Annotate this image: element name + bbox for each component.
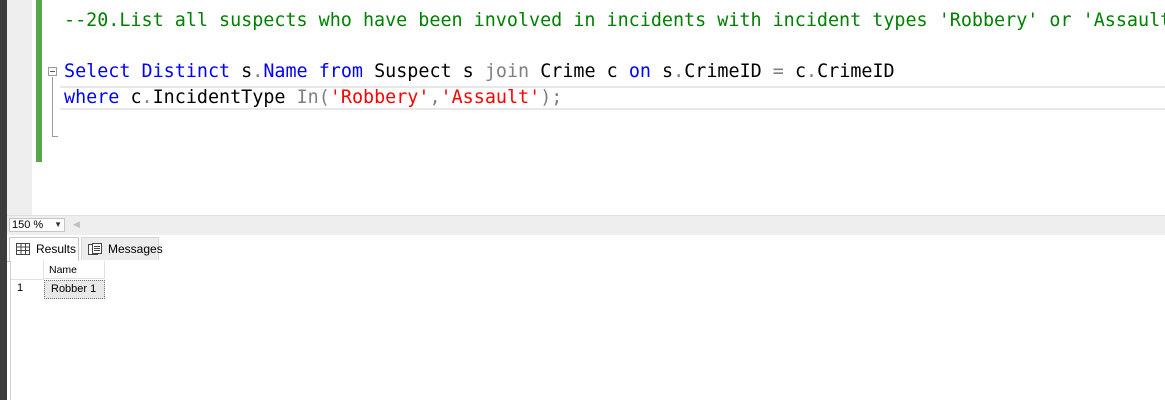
zoom-bar: 150 % ▼ ◀ xyxy=(7,215,1165,235)
kw-distinct: Distinct xyxy=(141,61,231,82)
column-crimeid: CrimeID xyxy=(817,61,895,82)
close-paren-semicolon: ); xyxy=(540,87,563,108)
column-crimeid: CrimeID xyxy=(684,61,762,82)
equals-operator: = xyxy=(772,61,784,82)
alias: s xyxy=(662,61,674,82)
dot: . xyxy=(806,61,818,82)
zoom-value: 150 % xyxy=(12,219,44,231)
sql-editor[interactable]: --20.List all suspects who have been inv… xyxy=(44,0,1165,215)
column-incidenttype: IncidentType xyxy=(152,87,286,108)
kw-where: where xyxy=(64,87,120,108)
grid-icon xyxy=(16,243,30,255)
dot: . xyxy=(673,61,685,82)
collapse-toggle-icon[interactable] xyxy=(48,67,57,76)
tab-messages[interactable]: Messages xyxy=(81,237,163,260)
tab-results[interactable]: Results xyxy=(9,237,79,261)
alias: c xyxy=(130,87,142,108)
tab-messages-label: Messages xyxy=(108,242,163,256)
change-tracking-bar xyxy=(36,0,42,162)
collapse-guide-end xyxy=(52,136,58,137)
column-name: Name xyxy=(263,61,308,82)
where-line: where c.IncidentType In('Robbery','Assau… xyxy=(64,85,562,111)
results-grid[interactable]: Name 1 Robber 1 xyxy=(11,261,1165,400)
alias: c xyxy=(794,61,807,82)
editor-gutter xyxy=(7,0,32,215)
row-number[interactable]: 1 xyxy=(17,282,23,294)
column-header-name[interactable]: Name xyxy=(44,261,105,279)
collapse-guide xyxy=(52,77,53,137)
table-suspect: Suspect xyxy=(374,61,452,82)
tab-results-label: Results xyxy=(36,242,77,256)
comma: , xyxy=(429,87,441,108)
dropdown-arrow-icon: ▼ xyxy=(54,220,62,229)
scroll-left-icon[interactable]: ◀ xyxy=(73,219,80,230)
messages-icon xyxy=(88,243,102,255)
select-line: Select Distinct s.Name from Suspect s jo… xyxy=(64,59,895,85)
table-crime: Crime xyxy=(540,61,596,82)
alias: s xyxy=(462,61,474,82)
zoom-dropdown[interactable]: 150 % ▼ xyxy=(9,218,65,232)
open-paren: ( xyxy=(318,87,330,108)
kw-on: on xyxy=(628,61,651,82)
alias: c xyxy=(606,61,618,82)
kw-in: In xyxy=(296,87,319,108)
kw-join: join xyxy=(484,61,530,82)
dot: . xyxy=(252,61,264,82)
string-assault: 'Assault' xyxy=(440,87,541,108)
alias: s xyxy=(241,61,253,82)
dot: . xyxy=(141,87,153,108)
comment-line: --20.List all suspects who have been inv… xyxy=(64,10,1165,31)
window-edge xyxy=(0,0,7,400)
results-tabs: Results Messages xyxy=(7,235,1165,262)
string-robbery: 'Robbery' xyxy=(329,87,430,108)
grid-corner[interactable] xyxy=(11,261,44,280)
kw-from: from xyxy=(318,61,363,82)
table-cell[interactable]: Robber 1 xyxy=(44,280,105,299)
kw-select: Select xyxy=(64,61,131,82)
